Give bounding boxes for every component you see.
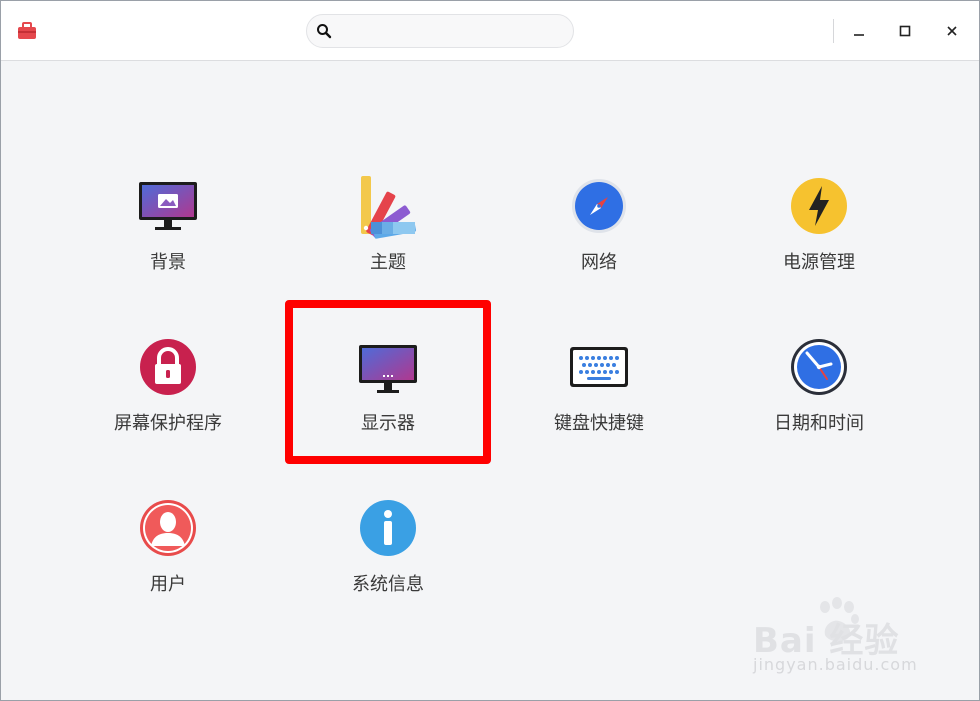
search-input[interactable]	[306, 14, 574, 48]
tile-label: 电源管理	[783, 252, 855, 273]
tile-label: 网络	[581, 252, 617, 273]
baidu-watermark: Bai 经验 jingyan.baidu.com	[753, 595, 933, 679]
tile-label: 主题	[370, 252, 406, 273]
tile-network[interactable]: 网络	[509, 176, 689, 296]
watermark-url: jingyan.baidu.com	[753, 655, 918, 674]
tile-label: 用户	[150, 574, 186, 595]
info-icon	[356, 498, 420, 562]
maximize-button[interactable]	[890, 16, 920, 46]
tile-background[interactable]: 背景	[78, 176, 258, 296]
tile-label: 键盘快捷键	[554, 413, 644, 434]
tile-label: 日期和时间	[774, 413, 864, 434]
search-icon	[317, 24, 332, 39]
tile-label: 背景	[150, 252, 186, 273]
tile-keyboard-shortcuts[interactable]: 键盘快捷键	[509, 337, 689, 457]
tile-label: 显示器	[361, 413, 415, 434]
tile-users[interactable]: 用户	[78, 498, 258, 618]
user-icon	[136, 498, 200, 562]
color-swatch-icon	[356, 176, 420, 240]
tile-system-info[interactable]: 系统信息	[298, 498, 478, 618]
lightning-icon	[787, 176, 851, 240]
tile-label: 屏幕保护程序	[114, 413, 222, 434]
titlebar	[1, 1, 979, 61]
monitor-wallpaper-icon	[136, 176, 200, 240]
close-button[interactable]	[937, 16, 967, 46]
close-icon	[947, 26, 957, 36]
clock-icon	[787, 337, 851, 401]
minimize-button[interactable]	[844, 16, 874, 46]
tile-label: 系统信息	[352, 574, 424, 595]
monitor-icon	[356, 337, 420, 401]
titlebar-separator	[833, 19, 834, 43]
tile-power[interactable]: 电源管理	[729, 176, 909, 296]
minimize-icon	[854, 34, 864, 36]
lock-icon	[136, 337, 200, 401]
tile-screensaver[interactable]: 屏幕保护程序	[78, 337, 258, 457]
settings-window: 背景 主题 网络 电源管理 屏幕保护程序 显示器 键盘快捷键 日期和时间 用户 …	[0, 0, 980, 701]
maximize-icon	[899, 25, 911, 37]
compass-icon	[567, 176, 631, 240]
tile-theme[interactable]: 主题	[298, 176, 478, 296]
keyboard-icon	[567, 337, 631, 401]
tile-date-time[interactable]: 日期和时间	[729, 337, 909, 457]
toolbox-icon	[18, 22, 36, 39]
tile-display[interactable]: 显示器	[298, 337, 478, 457]
